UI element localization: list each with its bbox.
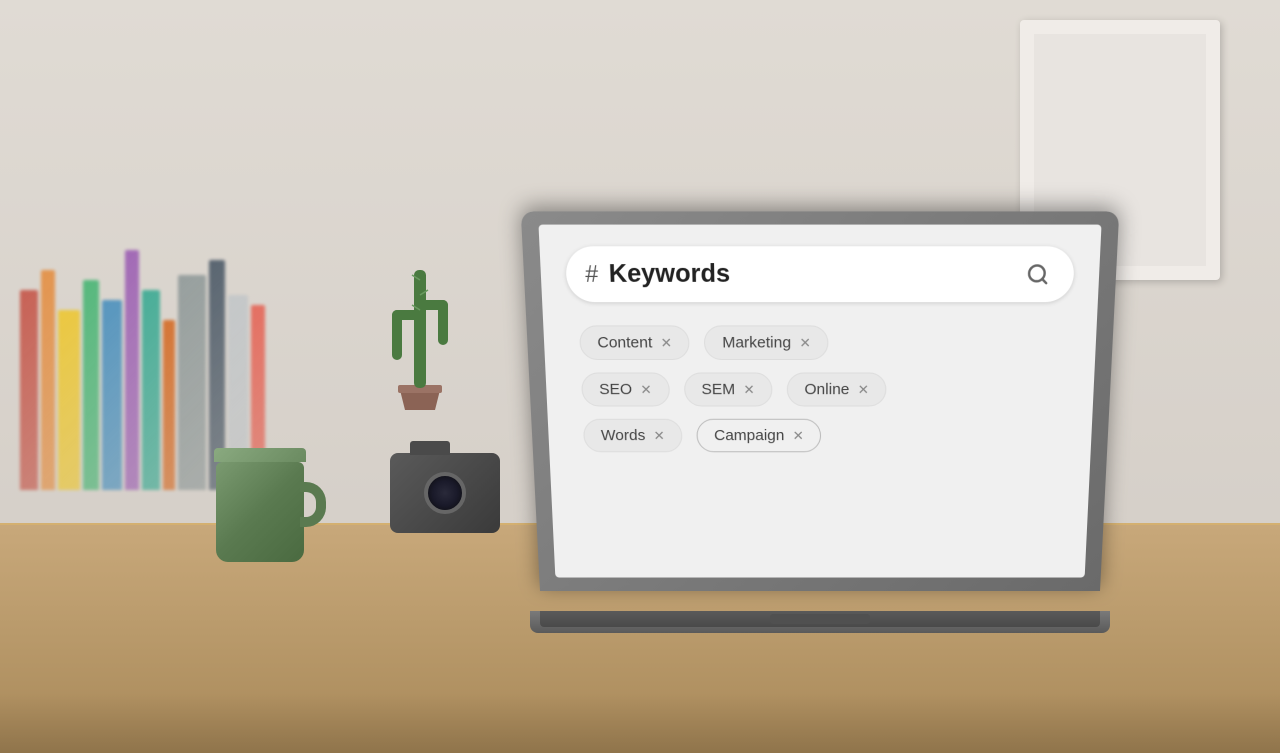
laptop: # Keywords [520, 221, 1120, 633]
hash-symbol: # [585, 260, 599, 288]
book [142, 290, 160, 490]
tag-seo-remove[interactable]: ✕ [640, 381, 652, 397]
tag-campaign-label: Campaign [714, 427, 785, 444]
scene: # Keywords [0, 0, 1280, 753]
tag-campaign-remove[interactable]: ✕ [793, 427, 804, 443]
tag-sem[interactable]: SEM ✕ [683, 372, 772, 406]
laptop-lid: # Keywords [521, 211, 1120, 591]
tags-area: Content ✕ Marketing ✕ [568, 325, 1071, 452]
tag-marketing-label: Marketing [722, 334, 791, 352]
mug-rim [214, 448, 306, 462]
tag-online-label: Online [804, 381, 849, 399]
tags-row-2: SEO ✕ SEM ✕ Online ✕ [581, 372, 1070, 406]
tag-marketing[interactable]: Marketing ✕ [704, 325, 828, 360]
tag-content-label: Content [597, 334, 653, 352]
camera-top [410, 441, 450, 455]
tag-content[interactable]: Content ✕ [579, 325, 690, 360]
book [102, 300, 122, 490]
book [58, 310, 80, 490]
books-container [20, 150, 300, 490]
book [20, 290, 38, 490]
screen-content: # Keywords [538, 225, 1101, 578]
tag-marketing-remove[interactable]: ✕ [799, 334, 810, 351]
search-bar[interactable]: # Keywords [565, 246, 1075, 302]
cactus [380, 190, 460, 410]
mug [210, 448, 310, 568]
book [163, 320, 175, 490]
tags-row-3: Words ✕ Campaign ✕ [583, 419, 1068, 452]
tag-seo[interactable]: SEO ✕ [581, 372, 670, 406]
tag-words[interactable]: Words ✕ [583, 419, 683, 452]
laptop-keyboard [540, 611, 1100, 627]
laptop-screen: # Keywords [538, 225, 1101, 578]
laptop-screen-wrapper: # Keywords [530, 221, 1110, 611]
book [83, 280, 99, 490]
tag-online[interactable]: Online ✕ [787, 372, 887, 406]
tag-campaign[interactable]: Campaign ✕ [696, 419, 821, 452]
tag-seo-label: SEO [599, 381, 632, 399]
book [178, 275, 206, 490]
tag-words-label: Words [601, 427, 646, 444]
tag-sem-label: SEM [701, 381, 735, 399]
laptop-touchpad [770, 614, 870, 624]
camera [390, 453, 500, 533]
tag-words-remove[interactable]: ✕ [653, 427, 665, 443]
mug-body [216, 462, 304, 562]
tag-content-remove[interactable]: ✕ [660, 334, 672, 351]
tag-online-remove[interactable]: ✕ [858, 381, 869, 397]
laptop-base [530, 611, 1110, 633]
tag-sem-remove[interactable]: ✕ [743, 381, 755, 397]
book [125, 250, 139, 490]
book [41, 270, 55, 490]
tags-row-1: Content ✕ Marketing ✕ [579, 325, 1072, 360]
desk-shadow [0, 693, 1280, 753]
search-icon[interactable] [1020, 257, 1055, 291]
search-text: Keywords [608, 259, 1021, 289]
camera-lens [424, 472, 466, 514]
